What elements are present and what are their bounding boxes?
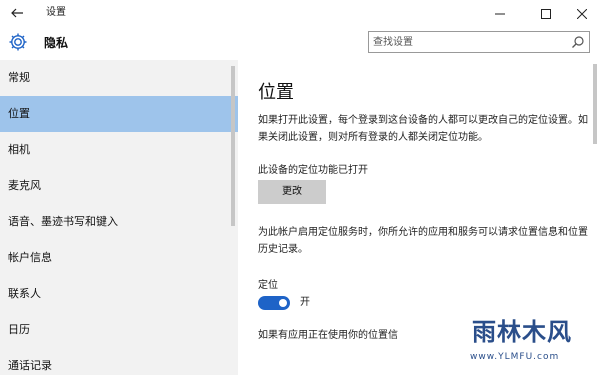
minimize-button[interactable] xyxy=(484,0,516,26)
window-titlebar: 设置 xyxy=(0,0,600,26)
sidebar-item-label: 帐户信息 xyxy=(8,251,52,264)
back-arrow-icon[interactable] xyxy=(6,2,28,24)
sidebar-item-label: 常规 xyxy=(8,71,30,84)
sidebar-scrollbar[interactable] xyxy=(231,66,235,226)
gear-icon xyxy=(9,33,27,51)
sidebar: 常规 位置 相机 麦克风 语音、墨迹书写和键入 帐户信息 联系人 日历 通话记录 xyxy=(0,60,238,375)
sidebar-item-location[interactable]: 位置 xyxy=(0,96,238,132)
search-icon[interactable] xyxy=(571,35,585,49)
sidebar-item-label: 位置 xyxy=(8,107,30,120)
sidebar-item-account-info[interactable]: 帐户信息 xyxy=(0,240,238,276)
watermark-name: 雨林木风 xyxy=(472,317,572,346)
location-toggle-label: 定位 xyxy=(258,280,278,291)
toggle-knob xyxy=(279,299,287,307)
sidebar-item-label: 麦克风 xyxy=(8,179,41,192)
window-title: 设置 xyxy=(46,7,66,18)
sidebar-item-calendar[interactable]: 日历 xyxy=(0,312,238,348)
sidebar-item-label: 语音、墨迹书写和键入 xyxy=(8,215,118,228)
watermark-url: www.YLMFU.com xyxy=(470,352,560,362)
toggle-state-text: 开 xyxy=(300,297,310,308)
minimize-icon xyxy=(495,13,505,14)
sidebar-item-camera[interactable]: 相机 xyxy=(0,132,238,168)
location-toggle[interactable] xyxy=(258,296,290,310)
sidebar-item-call-history[interactable]: 通话记录 xyxy=(0,348,238,384)
maximize-button[interactable] xyxy=(530,0,562,26)
location-intro-text: 如果打开此设置，每个登录到这台设备的人都可以更改自己的定位设置。如果关闭此设置，… xyxy=(258,115,588,143)
device-location-status: 此设备的定位功能已打开 xyxy=(258,165,368,176)
search-input[interactable] xyxy=(373,34,563,50)
page-header: 隐私 xyxy=(0,26,600,60)
sidebar-item-label: 联系人 xyxy=(8,287,41,300)
sidebar-item-contacts[interactable]: 联系人 xyxy=(0,276,238,312)
sidebar-item-microphone[interactable]: 麦克风 xyxy=(0,168,238,204)
app-location-usage-text: 如果有应用正在使用你的位置信 xyxy=(258,330,398,341)
watermark-logo: 雨林木风 www.YLMFU.com xyxy=(462,310,600,375)
sidebar-item-general[interactable]: 常规 xyxy=(0,60,238,96)
sidebar-item-label: 日历 xyxy=(8,323,30,336)
maximize-icon xyxy=(541,8,551,19)
page-title: 隐私 xyxy=(44,36,69,50)
sidebar-item-label: 相机 xyxy=(8,143,30,156)
close-button[interactable] xyxy=(566,0,598,26)
content-scrollbar[interactable] xyxy=(593,64,597,144)
change-button[interactable]: 更改 xyxy=(258,180,326,204)
sidebar-item-speech-inking-typing[interactable]: 语音、墨迹书写和键入 xyxy=(0,204,238,240)
search-box[interactable] xyxy=(368,31,590,53)
account-location-description: 为此帐户启用定位服务时，你所允许的应用和服务可以请求位置信息和位置历史记录。 xyxy=(258,227,588,255)
sidebar-item-label: 通话记录 xyxy=(8,359,52,372)
close-icon xyxy=(576,8,588,19)
section-title: 位置 xyxy=(258,82,294,103)
